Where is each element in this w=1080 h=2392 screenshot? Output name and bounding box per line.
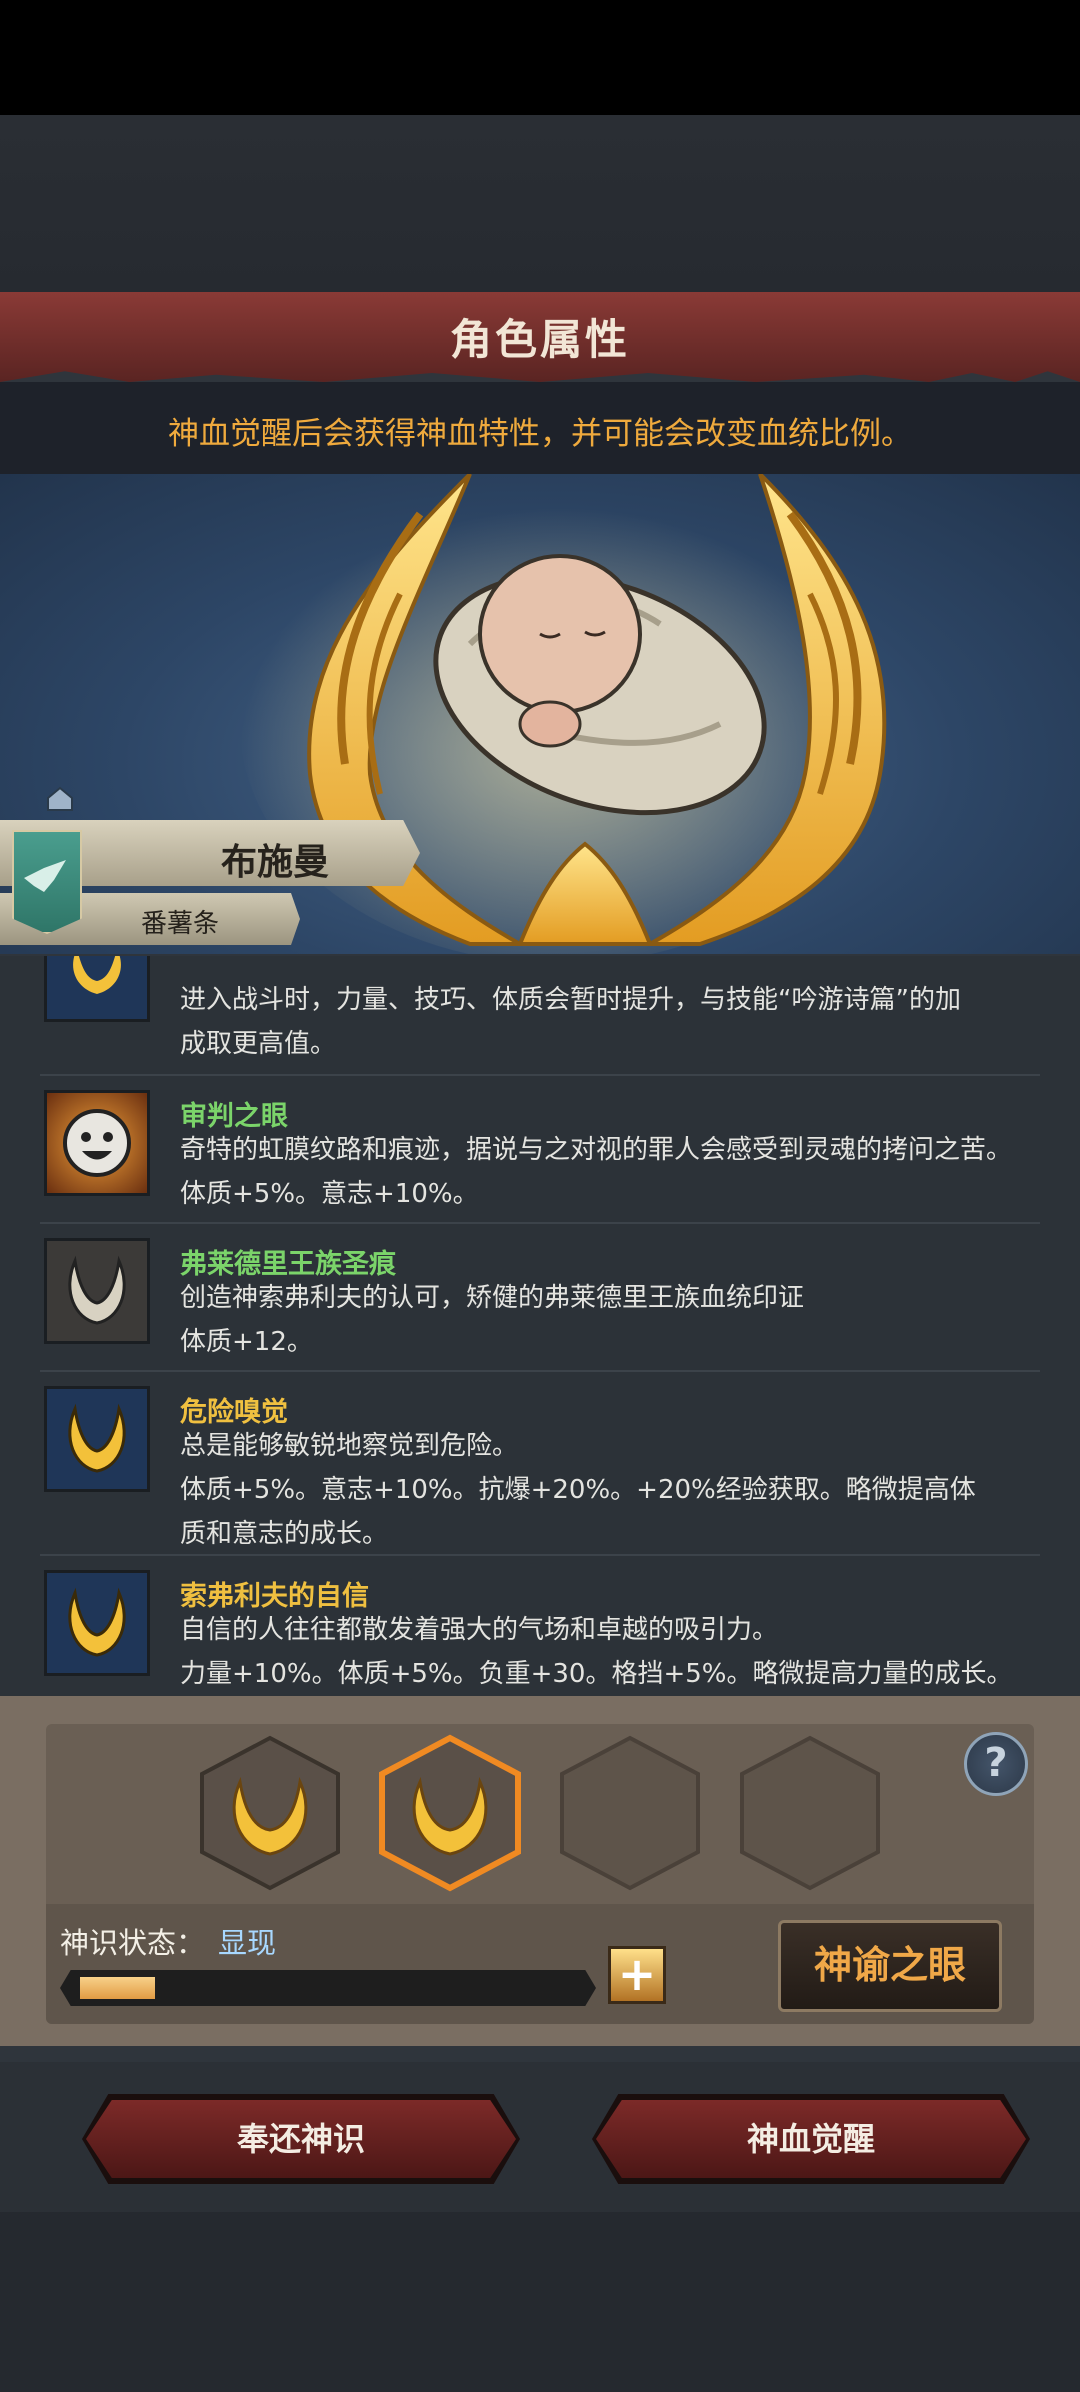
divine-progress-fill [80, 1977, 155, 1999]
divider [40, 1074, 1040, 1076]
oracle-eye-button[interactable]: 神谕之眼 [778, 1920, 1002, 2012]
help-icon[interactable]: ? [964, 1732, 1028, 1796]
divider [40, 1222, 1040, 1224]
divider [40, 1370, 1040, 1372]
golden-wings-icon [44, 956, 150, 1022]
trait-desc: 进入战斗时，力量、技巧、体质会暂时提升，与技能“吟游诗篇”的加 成取更高值。 [180, 985, 961, 1059]
smiley-face-icon [44, 1090, 150, 1196]
dove-banner-icon [12, 830, 82, 934]
slot-1 [200, 1735, 340, 1891]
subtitle-text: 神血觉醒后会获得神血特性，并可能会改变血统比例。 [168, 416, 912, 452]
divider [40, 1554, 1040, 1556]
silver-wings-icon [44, 1238, 150, 1344]
add-button[interactable]: + [608, 1946, 666, 2004]
blood-slots[interactable] [190, 1730, 990, 1900]
golden-wings-icon [44, 1570, 150, 1676]
trait-list[interactable]: 进入战斗时，力量、技巧、体质会暂时提升，与技能“吟游诗篇”的加 成取更高值。 审… [0, 956, 1080, 1696]
status-bar [0, 0, 1080, 115]
character-subname: 番薯条 [140, 909, 219, 939]
divine-state-value: 显现 [218, 1926, 277, 1960]
blood-awaken-button[interactable]: 神血觉醒 [596, 2100, 1026, 2178]
rank-icon [46, 786, 74, 812]
slot-3-empty [560, 1735, 700, 1891]
return-divine-button[interactable]: 奉还神识 [86, 2100, 516, 2178]
slot-4-empty [740, 1735, 880, 1891]
divine-state-label: 神识状态： [60, 1926, 206, 1960]
trait-desc: 总是能够敏锐地察觉到危险。 体质+5%。意志+10%。抗爆+20%。+20%经验… [180, 1431, 976, 1549]
page-title: 角色属性 [449, 315, 630, 364]
character-name: 布施曼 [220, 842, 329, 883]
trait-desc: 创造神索弗利夫的认可，矫健的弗莱德里王族血统印证 体质+12。 [180, 1283, 805, 1357]
slot-2-selected [379, 1734, 521, 1892]
trait-desc: 自信的人往往都散发着强大的气场和卓越的吸引力。 力量+10%。体质+5%。负重+… [180, 1615, 1013, 1689]
trait-desc: 奇特的虹膜纹路和痕迹，据说与之对视的罪人会感受到灵魂的拷问之苦。 体质+5%。意… [180, 1135, 1013, 1209]
golden-wings-icon [44, 1386, 150, 1492]
